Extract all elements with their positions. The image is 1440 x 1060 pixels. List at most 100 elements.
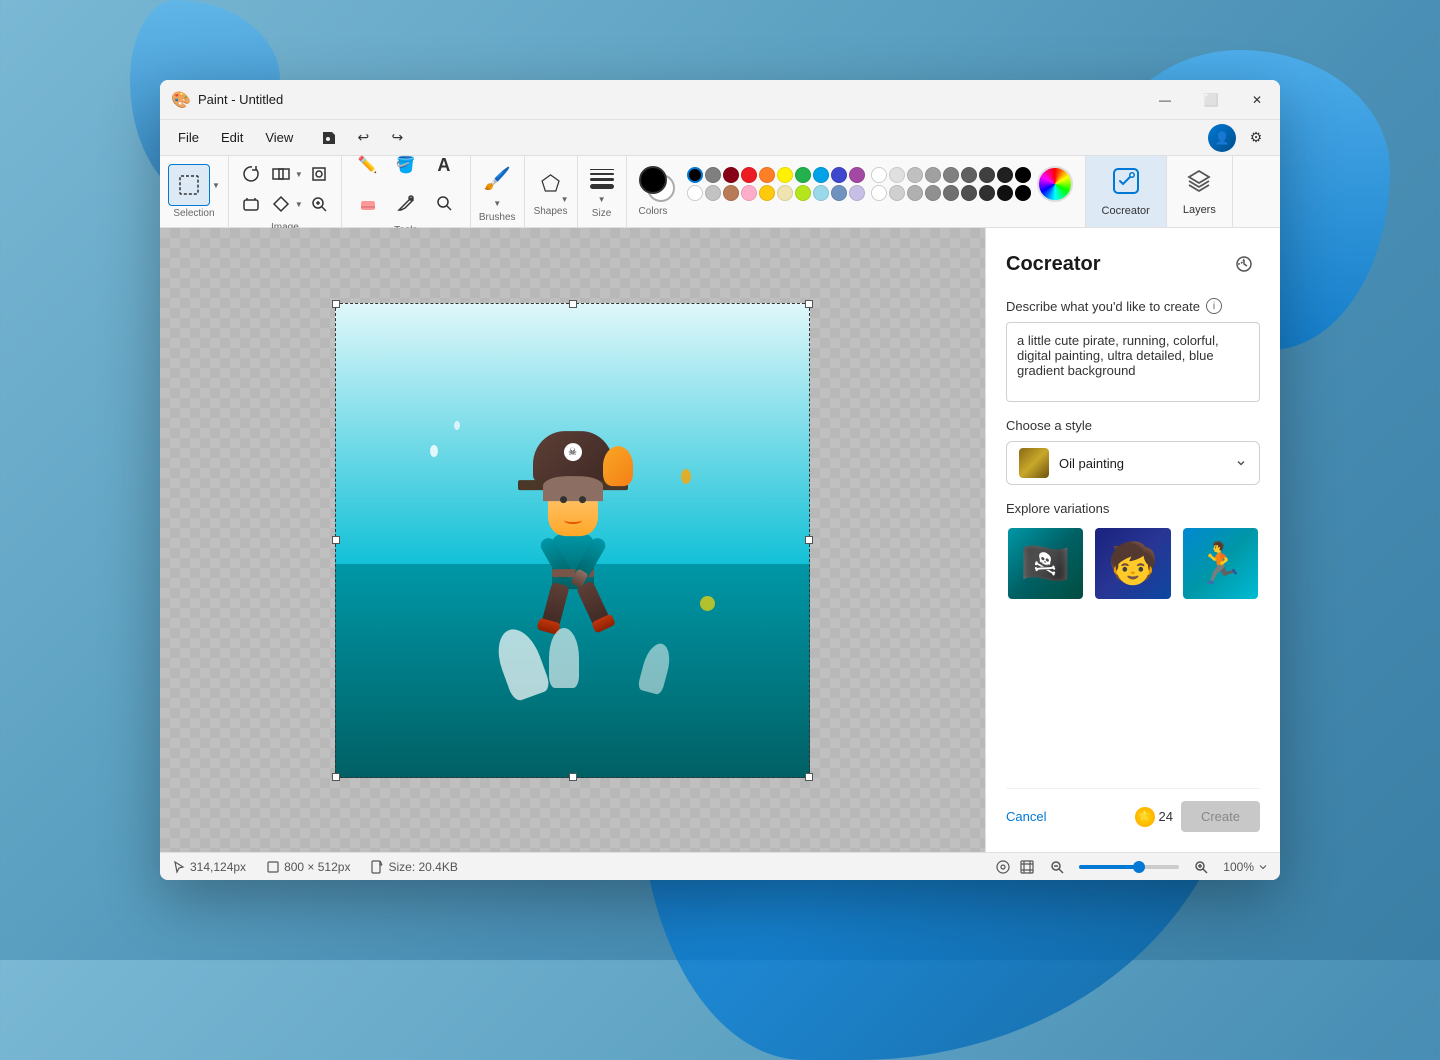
user-avatar[interactable]: 👤	[1208, 124, 1236, 152]
select-chevron[interactable]: ▼	[295, 170, 303, 179]
window-controls: — ⬜ ✕	[1142, 80, 1280, 119]
variation-2[interactable]: 🧒	[1093, 526, 1172, 601]
shapes-chevron[interactable]: ▼	[561, 195, 569, 204]
ext2-5[interactable]	[943, 185, 959, 201]
canvas[interactable]: ☠	[335, 303, 810, 778]
ext-black[interactable]	[1015, 167, 1031, 183]
color-black[interactable]	[687, 167, 703, 183]
settings-button[interactable]: ⚙	[1240, 122, 1272, 154]
fill-chevron[interactable]: ▼	[295, 200, 303, 209]
zoom-dropdown-chevron[interactable]	[1258, 862, 1268, 872]
zoom-tool[interactable]	[305, 190, 333, 218]
selection-tool[interactable]	[168, 164, 210, 206]
select-all-tool[interactable]	[267, 160, 295, 188]
color-lightblue[interactable]	[813, 185, 829, 201]
zoom-out-button[interactable]	[1043, 853, 1071, 881]
magnifier-tool[interactable]	[426, 185, 462, 221]
color-pink[interactable]	[741, 185, 757, 201]
ext-4[interactable]	[943, 167, 959, 183]
ext2-1[interactable]	[871, 185, 887, 201]
save-button[interactable]	[313, 122, 345, 154]
minimize-button[interactable]: —	[1142, 80, 1188, 119]
brush-chevron[interactable]: ▼	[493, 199, 501, 208]
variation-3[interactable]: 🏃	[1181, 526, 1260, 601]
ext2-6[interactable]	[961, 185, 977, 201]
ext-3[interactable]	[925, 167, 941, 183]
foreground-color[interactable]	[639, 166, 667, 194]
color-lavender[interactable]	[849, 185, 865, 201]
color-picker-rainbow[interactable]	[1037, 166, 1073, 202]
ext2-8[interactable]	[997, 185, 1013, 201]
color-purple[interactable]	[849, 167, 865, 183]
color-steelblue[interactable]	[831, 185, 847, 201]
size-1px[interactable]	[590, 169, 614, 170]
erase-image-tool[interactable]	[237, 190, 265, 218]
color-orange[interactable]	[759, 167, 775, 183]
style-dropdown[interactable]: Oil painting	[1006, 441, 1260, 485]
color-red[interactable]	[741, 167, 757, 183]
create-button[interactable]: Create	[1181, 801, 1260, 832]
coin-icon: ⭐	[1135, 807, 1155, 827]
close-button[interactable]: ✕	[1234, 80, 1280, 119]
menu-view[interactable]: View	[255, 126, 303, 149]
color-indigo[interactable]	[831, 167, 847, 183]
ext2-2[interactable]	[889, 185, 905, 201]
canvas-wrapper: ☠	[335, 303, 810, 778]
ext-7[interactable]	[997, 167, 1013, 183]
credits-display: ⭐ 24	[1135, 807, 1173, 827]
cancel-button[interactable]: Cancel	[1006, 803, 1046, 830]
ext2-3[interactable]	[907, 185, 923, 201]
ext-6[interactable]	[979, 167, 995, 183]
variation-1[interactable]: 🏴‍☠️	[1006, 526, 1085, 601]
text-tool[interactable]: A	[426, 147, 462, 183]
rotate-tool[interactable]	[237, 160, 265, 188]
color-green[interactable]	[795, 167, 811, 183]
cocreator-tool[interactable]: Cocreator	[1086, 156, 1167, 227]
credits-create: ⭐ 24 Create	[1135, 801, 1261, 832]
cursor-icon	[172, 860, 186, 874]
crop-tool[interactable]	[305, 160, 333, 188]
color-white[interactable]	[687, 185, 703, 201]
info-icon[interactable]: i	[1206, 298, 1222, 314]
prompt-textarea[interactable]: a little cute pirate, running, colorful,…	[1006, 322, 1260, 402]
ext-1[interactable]	[889, 167, 905, 183]
color-lightgray[interactable]	[705, 185, 721, 201]
color-yellow[interactable]	[777, 167, 793, 183]
color-gray[interactable]	[705, 167, 721, 183]
fill-tool[interactable]: 🪣	[388, 147, 424, 183]
ext2-7[interactable]	[979, 185, 995, 201]
color-brown[interactable]	[723, 185, 739, 201]
pencil-tool[interactable]: ✏️	[350, 147, 386, 183]
size-2px[interactable]	[590, 173, 614, 175]
size-chevron[interactable]: ▼	[598, 195, 606, 204]
color-picker-tool[interactable]	[388, 185, 424, 221]
view-mode-icon[interactable]	[995, 859, 1011, 875]
fill-image-tool[interactable]	[267, 190, 295, 218]
layers-tool[interactable]: Layers	[1167, 156, 1233, 227]
maximize-button[interactable]: ⬜	[1188, 80, 1234, 119]
size-3px[interactable]	[590, 178, 614, 181]
cocreator-label: Cocreator	[1102, 205, 1150, 217]
color-lime[interactable]	[795, 185, 811, 201]
size-5px[interactable]	[590, 184, 614, 189]
shapes-label: Shapes	[534, 206, 568, 217]
color-darkred[interactable]	[723, 167, 739, 183]
ext2-4[interactable]	[925, 185, 941, 201]
color-cream[interactable]	[777, 185, 793, 201]
menu-file[interactable]: File	[168, 126, 209, 149]
ext2-black[interactable]	[1015, 185, 1031, 201]
ext-2[interactable]	[907, 167, 923, 183]
color-blue[interactable]	[813, 167, 829, 183]
zoom-slider[interactable]	[1079, 865, 1179, 869]
ext-5[interactable]	[961, 167, 977, 183]
color-gold[interactable]	[759, 185, 775, 201]
ext-white[interactable]	[871, 167, 887, 183]
eraser-tool[interactable]	[350, 185, 386, 221]
canvas-container[interactable]: ☠	[160, 228, 985, 852]
brush-tool[interactable]: 🖌️	[479, 161, 515, 197]
history-button[interactable]	[1228, 248, 1260, 280]
menu-edit[interactable]: Edit	[211, 126, 253, 149]
selection-chevron[interactable]: ▼	[212, 181, 220, 190]
fit-view-icon[interactable]	[1019, 859, 1035, 875]
zoom-in-button[interactable]	[1187, 853, 1215, 881]
